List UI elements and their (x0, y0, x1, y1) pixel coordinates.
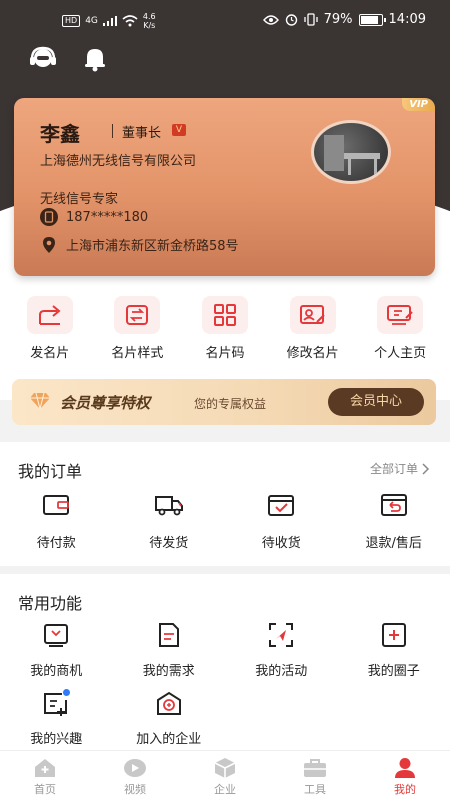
card-role: 董事长 (122, 126, 162, 141)
activity-icon (266, 620, 296, 650)
feature-joined-enterprises[interactable]: 加入的企业 (113, 688, 226, 756)
signal-icon (102, 16, 117, 26)
bottom-tab-bar: 首页 视频 企业 工具 我的 (0, 750, 450, 800)
feature-my-interests[interactable]: 我的兴趣 (0, 688, 113, 756)
order-pending-shipment[interactable]: 待发货 (113, 490, 226, 551)
tab-enterprise[interactable]: 企业 (180, 751, 270, 800)
chevron-right-icon (422, 462, 430, 475)
action-edit-card[interactable]: 修改名片 (271, 286, 355, 366)
features-section: 常用功能 我的商机 我的需求 我的活动 我的圈子 我的兴趣 加入的企业 (0, 574, 450, 750)
wifi-icon (122, 15, 138, 27)
package-check-icon (266, 490, 296, 520)
action-card-qrcode[interactable]: 名片码 (183, 286, 267, 366)
all-orders-link[interactable]: 全部订单 (370, 460, 430, 477)
location-icon (40, 236, 58, 254)
network-speed: 4.6 K/s (142, 12, 156, 30)
avatar[interactable] (311, 120, 391, 184)
circle-icon (379, 620, 409, 650)
tab-video[interactable]: 视频 (90, 751, 180, 800)
action-card-style[interactable]: 名片样式 (95, 286, 179, 366)
business-card[interactable]: VIP 李鑫 董事长 V 上海德州无线信号有限公司 无线信号专家 187****… (14, 98, 435, 276)
feature-my-requests[interactable]: 我的需求 (113, 620, 226, 688)
hd-indicator: HD (62, 15, 81, 27)
battery-icon (358, 13, 386, 26)
vip-title: 会员尊享特权 (60, 394, 151, 412)
orders-section: 我的订单 全部订单 待付款 待发货 待收货 退款/售后 (0, 442, 450, 566)
bell-icon[interactable] (80, 44, 110, 74)
orders-title: 我的订单 (18, 462, 83, 481)
action-homepage[interactable]: 个人主页 (358, 286, 442, 366)
vip-subtitle: 您的专属权益 (194, 397, 267, 411)
card-company: 上海德州无线信号有限公司 (40, 154, 197, 169)
network-type: 4G (85, 16, 98, 26)
qrcode-icon (201, 296, 248, 334)
wallet-icon (41, 490, 71, 520)
card-address-row: 上海市浦东新区新金桥路58号 (40, 235, 239, 254)
phone-icon (40, 208, 58, 226)
tab-mine[interactable]: 我的 (360, 751, 450, 800)
home-icon (33, 757, 57, 779)
eye-icon (262, 14, 279, 25)
feature-my-activities[interactable]: 我的活动 (225, 620, 338, 688)
swap-icon (114, 296, 161, 334)
vip-banner[interactable]: 会员尊享特权 您的专属权益 会员中心 (12, 379, 436, 425)
tab-tools[interactable]: 工具 (270, 751, 360, 800)
order-pending-payment[interactable]: 待付款 (0, 490, 113, 551)
member-center-button[interactable]: 会员中心 (328, 388, 424, 416)
card-address: 上海市浦东新区新金桥路58号 (66, 239, 239, 254)
order-pending-receipt[interactable]: 待收货 (225, 490, 338, 551)
customer-service-icon[interactable] (28, 44, 58, 74)
request-icon (154, 620, 184, 650)
vip-tag: VIP (402, 98, 435, 111)
feature-my-circles[interactable]: 我的圈子 (338, 620, 450, 688)
opportunity-icon (41, 620, 71, 650)
truck-icon (154, 490, 184, 520)
interest-icon (41, 688, 71, 718)
card-title: 无线信号专家 (40, 192, 119, 207)
card-phone-row: 187*****180 (40, 208, 148, 226)
enterprise-icon (154, 688, 184, 718)
clock: 14:09 (388, 12, 426, 27)
order-refund[interactable]: 退款/售后 (338, 490, 450, 551)
refund-icon (379, 490, 409, 520)
feature-my-opportunities[interactable]: 我的商机 (0, 620, 113, 688)
card-actions: 发名片 名片样式 名片码 修改名片 个人主页 (0, 286, 450, 366)
edit-card-icon (289, 296, 336, 334)
profile-icon (393, 757, 417, 779)
divider (112, 124, 113, 138)
tab-home[interactable]: 首页 (0, 751, 90, 800)
diamond-icon (30, 392, 50, 410)
share-icon (26, 296, 73, 334)
card-name: 李鑫 (40, 122, 80, 146)
action-send-card[interactable]: 发名片 (8, 286, 92, 366)
features-title: 常用功能 (18, 594, 83, 613)
battery-percent: 79% (323, 12, 353, 27)
vibrate-icon (303, 13, 318, 26)
alarm-icon (285, 14, 297, 26)
homepage-icon (377, 296, 424, 334)
role-badge-icon: V (172, 124, 186, 136)
toolbox-icon (303, 757, 327, 779)
status-bar: HD 4G 4.6 K/s 79% 14:09 (0, 0, 450, 40)
card-phone: 187*****180 (66, 209, 149, 225)
video-icon (123, 757, 147, 779)
cube-icon (213, 757, 237, 779)
